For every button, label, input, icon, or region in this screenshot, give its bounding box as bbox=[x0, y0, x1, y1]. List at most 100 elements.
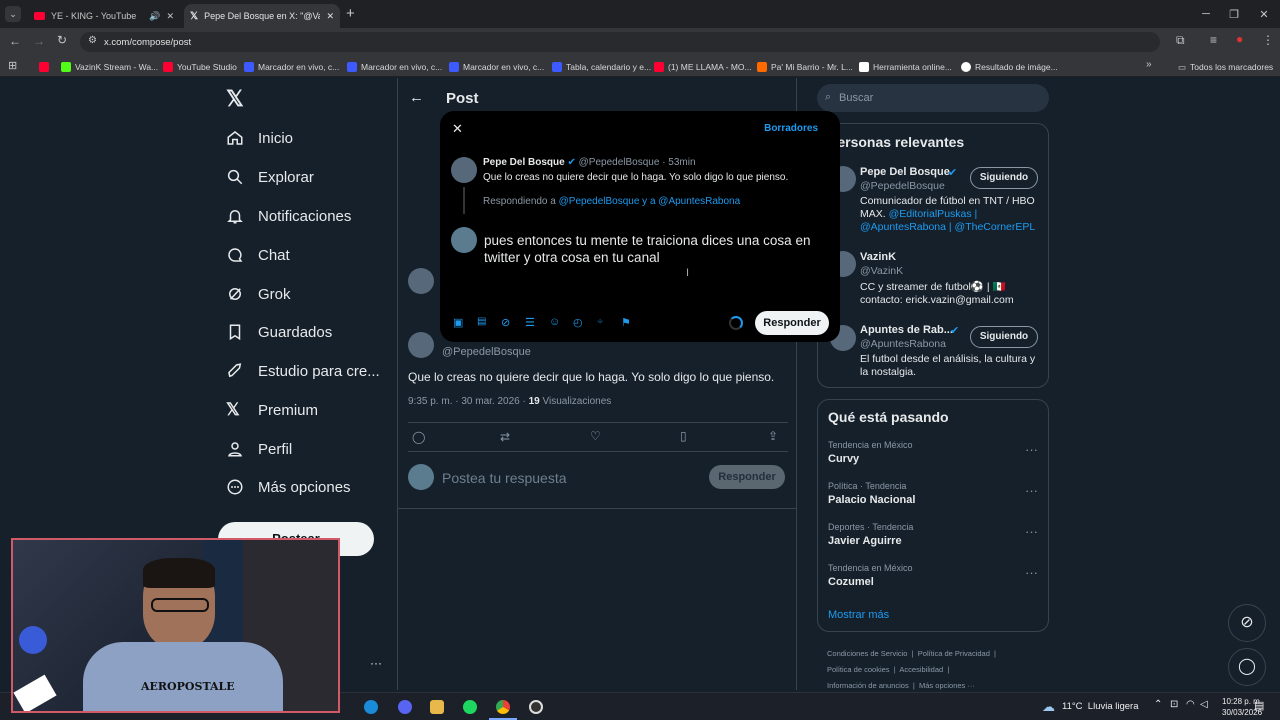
bookmark[interactable]: Herramienta online... bbox=[859, 60, 952, 74]
search-input[interactable]: ⌕ Buscar bbox=[817, 84, 1049, 112]
bookmark[interactable]: Marcador en vivo, c... bbox=[449, 60, 544, 74]
nav-grok[interactable]: Grok bbox=[226, 278, 291, 310]
gif-icon[interactable]: ▤ bbox=[477, 316, 491, 330]
footer-link[interactable]: Información de anuncios bbox=[827, 681, 909, 690]
reply-textarea[interactable]: pues entonces tu mente te traiciona dice… bbox=[484, 232, 824, 266]
show-more-link[interactable]: Mostrar más bbox=[828, 609, 889, 621]
bookmark[interactable]: Marcador en vivo, c... bbox=[244, 60, 339, 74]
person-name[interactable]: VazinK bbox=[860, 251, 896, 263]
nav-mas-opciones[interactable]: Más opciones bbox=[226, 471, 351, 503]
flag-icon[interactable]: ⚑ bbox=[621, 316, 635, 330]
obs-icon[interactable] bbox=[529, 700, 543, 714]
account-more-icon[interactable]: ··· bbox=[370, 656, 382, 670]
tab-search-button[interactable]: ⌄ bbox=[5, 6, 21, 22]
media-icon[interactable]: ≡ bbox=[1210, 33, 1217, 47]
trend-item[interactable]: Deportes · Tendencia Javier Aguirre ··· bbox=[828, 522, 1040, 558]
nav-perfil[interactable]: Perfil bbox=[226, 433, 292, 465]
tab-x-post[interactable]: 𝕏 Pepe Del Bosque en X: "@VazinK ✕ bbox=[184, 4, 340, 28]
nav-explorar[interactable]: Explorar bbox=[226, 161, 314, 193]
more-icon[interactable]: ··· bbox=[1025, 524, 1038, 539]
reply-button[interactable]: Responder bbox=[709, 465, 785, 489]
nav-notificaciones[interactable]: Notificaciones bbox=[226, 200, 351, 232]
bookmark[interactable]: Resultado de imáge... bbox=[961, 60, 1058, 74]
menu-icon[interactable]: ⋮ bbox=[1262, 33, 1274, 47]
trend-item[interactable]: Tendencia en México Cozumel ··· bbox=[828, 563, 1040, 599]
discord-icon[interactable] bbox=[398, 700, 412, 714]
extensions-icon[interactable]: ⧉ bbox=[1176, 33, 1185, 48]
schedule-icon[interactable]: ◴ bbox=[573, 316, 587, 330]
x-logo-icon[interactable]: 𝕏 bbox=[226, 86, 244, 112]
trend-item[interactable]: Política · Tendencia Palacio Nacional ··… bbox=[828, 481, 1040, 517]
tray-up-icon[interactable]: ⌃ bbox=[1154, 699, 1162, 710]
person-handle[interactable]: @PepedelBosque bbox=[860, 180, 945, 192]
close-tab-icon[interactable]: ✕ bbox=[326, 11, 334, 22]
reply-input[interactable]: Postea tu respuesta bbox=[442, 470, 567, 486]
person-handle[interactable]: @ApuntesRabona bbox=[860, 338, 946, 350]
weather-text[interactable]: 11°C Lluvia ligera bbox=[1062, 701, 1139, 712]
tweet-handle[interactable]: @PepedelBosque bbox=[442, 346, 531, 358]
apps-icon[interactable]: ⊞ bbox=[8, 59, 17, 72]
bookmark[interactable]: (1) ME LLAMA - MO... bbox=[654, 60, 752, 74]
close-icon[interactable]: ✕ bbox=[452, 121, 463, 137]
profile-icon[interactable]: ● bbox=[1236, 32, 1243, 46]
close-window-button[interactable]: ✕ bbox=[1246, 0, 1280, 28]
new-tab-button[interactable]: + bbox=[346, 5, 355, 22]
more-icon[interactable]: ··· bbox=[1025, 483, 1038, 498]
retweet-icon[interactable]: ⇄ bbox=[500, 430, 510, 444]
footer-link[interactable]: Condiciones de Servicio bbox=[827, 649, 907, 658]
nav-estudio[interactable]: Estudio para cre... bbox=[226, 355, 380, 387]
bookmark[interactable] bbox=[39, 60, 49, 74]
close-tab-icon[interactable]: ✕ bbox=[166, 11, 174, 22]
grok-floating-button[interactable]: ⊘ bbox=[1228, 604, 1266, 642]
notification-icon[interactable]: ▤ bbox=[1254, 699, 1264, 712]
more-icon[interactable]: ··· bbox=[1025, 565, 1038, 580]
image-icon[interactable]: ▣ bbox=[453, 316, 467, 330]
bookmark[interactable]: Marcador en vivo, c... bbox=[347, 60, 442, 74]
footer-link[interactable]: Más opciones ··· bbox=[919, 681, 975, 690]
chrome-icon[interactable] bbox=[496, 700, 510, 714]
more-icon[interactable]: ··· bbox=[1025, 442, 1038, 457]
more-bookmarks-icon[interactable]: » bbox=[1146, 59, 1152, 70]
bookmark[interactable]: YouTube Studio bbox=[163, 60, 237, 74]
volume-icon[interactable]: ◁ bbox=[1200, 699, 1208, 710]
footer-link[interactable]: Política de cookies bbox=[827, 665, 890, 674]
edge-icon[interactable] bbox=[364, 700, 378, 714]
back-arrow-icon[interactable]: ← bbox=[409, 89, 424, 106]
nav-premium[interactable]: 𝕏 Premium bbox=[226, 394, 318, 426]
bookmark-icon[interactable]: ▯ bbox=[680, 429, 687, 443]
spotify-icon[interactable] bbox=[463, 700, 477, 714]
forward-icon[interactable]: → bbox=[33, 34, 45, 48]
location-icon[interactable]: ⌖ bbox=[597, 316, 611, 330]
all-bookmarks[interactable]: ▭ Todos los marcadores bbox=[1178, 60, 1273, 74]
footer-link[interactable]: Política de Privacidad bbox=[918, 649, 990, 658]
bookmark[interactable]: VazinK Stream - Wa... bbox=[61, 60, 158, 74]
nav-chat[interactable]: Chat bbox=[226, 239, 290, 271]
person-handle[interactable]: @VazinK bbox=[860, 265, 903, 277]
tweet-time[interactable]: 9:35 p. m. · 30 mar. 2026 · bbox=[408, 396, 529, 407]
network-icon[interactable]: ⊡ bbox=[1170, 699, 1178, 710]
drafts-button[interactable]: Borradores bbox=[764, 123, 818, 134]
wifi-icon[interactable]: ◠ bbox=[1186, 699, 1195, 710]
person-name[interactable]: Apuntes de Rab... bbox=[860, 324, 953, 336]
reply-icon[interactable]: ◯ bbox=[412, 430, 425, 444]
footer-link[interactable]: Accesibilidad bbox=[899, 665, 943, 674]
following-button[interactable]: Siguiendo bbox=[970, 167, 1038, 189]
site-info-icon[interactable]: ⚙ bbox=[88, 35, 97, 46]
grok-icon[interactable]: ⊘ bbox=[501, 316, 515, 330]
reload-icon[interactable]: ↻ bbox=[57, 33, 67, 47]
replying-handles[interactable]: @PepedelBosque y a @ApuntesRabona bbox=[559, 196, 741, 207]
file-explorer-icon[interactable] bbox=[430, 700, 444, 714]
back-icon[interactable]: ← bbox=[9, 34, 21, 48]
like-icon[interactable]: ♡ bbox=[590, 429, 601, 443]
trend-item[interactable]: Tendencia en México Curvy ··· bbox=[828, 440, 1040, 476]
person-name[interactable]: Pepe Del Bosque bbox=[860, 166, 950, 178]
submit-reply-button[interactable]: Responder bbox=[755, 311, 829, 335]
following-button[interactable]: Siguiendo bbox=[970, 326, 1038, 348]
original-author[interactable]: Pepe Del Bosque bbox=[483, 157, 565, 168]
nav-inicio[interactable]: Inicio bbox=[226, 122, 293, 154]
chat-floating-button[interactable]: ◯ bbox=[1228, 648, 1266, 686]
share-icon[interactable]: ⇪ bbox=[768, 429, 778, 443]
tab-youtube[interactable]: YE - KING - YouTube 🔊 ✕ bbox=[28, 4, 180, 28]
address-bar[interactable]: ⚙ x.com/compose/post bbox=[80, 32, 1160, 52]
nav-guardados[interactable]: Guardados bbox=[226, 316, 332, 348]
